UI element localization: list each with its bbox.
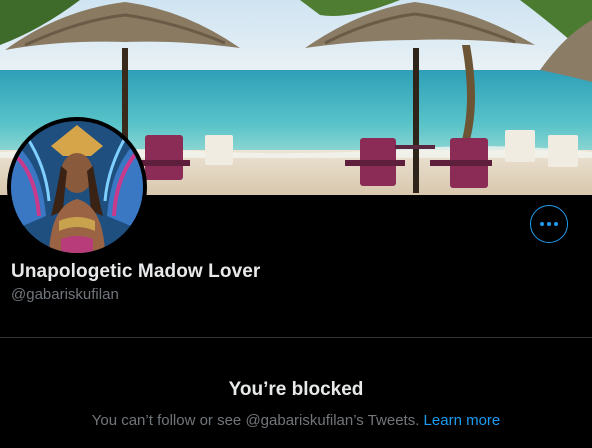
- profile-handle: @gabariskufilan: [11, 286, 119, 303]
- more-horizontal-icon: [539, 222, 560, 226]
- profile-display-name: Unapologetic Madow Lover: [11, 261, 261, 282]
- blocked-message: You can’t follow or see @gabariskufilan’…: [91, 412, 420, 429]
- blocked-title: You’re blocked: [228, 379, 364, 400]
- learn-more-link[interactable]: Learn more: [424, 412, 501, 429]
- profile-avatar[interactable]: [7, 117, 147, 257]
- divider: [0, 337, 592, 338]
- more-options-button[interactable]: [530, 205, 568, 243]
- blocked-message-container: You can’t follow or see @gabariskufilan’…: [0, 412, 592, 429]
